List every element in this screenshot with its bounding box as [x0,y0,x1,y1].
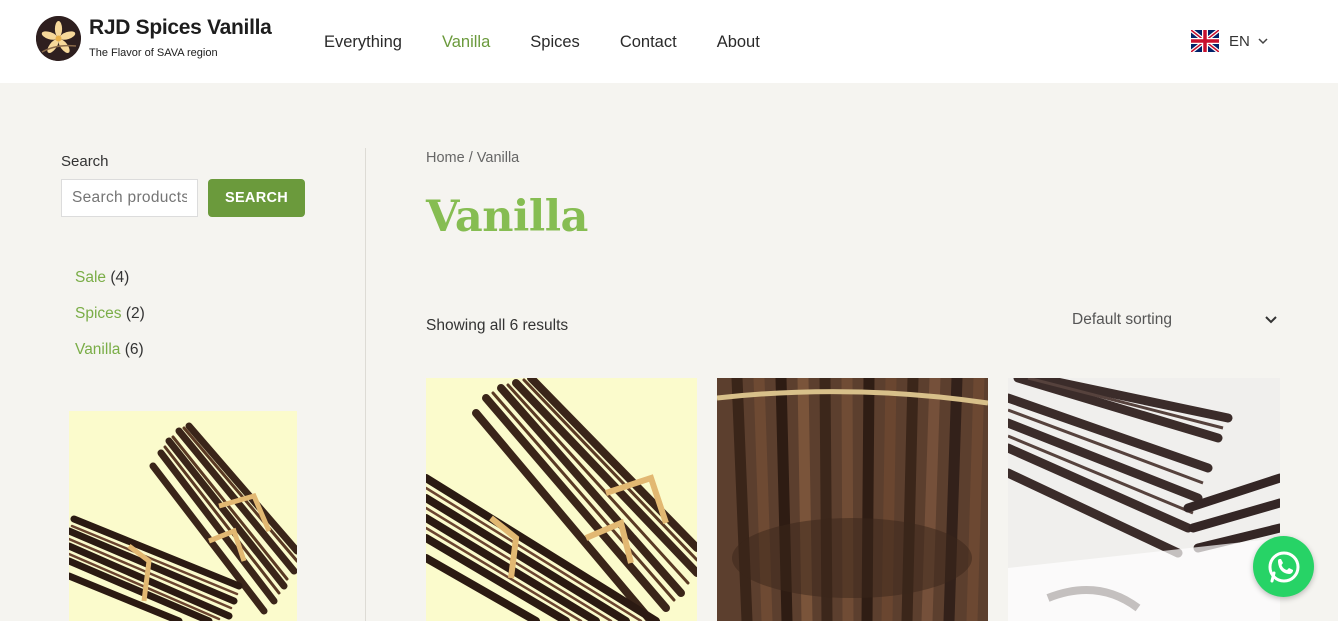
nav-item-vanilla[interactable]: Vanilla [442,31,490,53]
category-link-spices[interactable]: Spices [75,305,122,322]
category-link-vanilla[interactable]: Vanilla [75,341,120,358]
sort-select[interactable]: Default sorting [1072,311,1280,333]
whatsapp-icon [1268,551,1299,582]
category-count: (6) [124,341,144,358]
category-count: (2) [125,305,145,322]
brand-name[interactable]: RJD Spices Vanilla [89,16,272,40]
breadcrumb-separator: / [468,150,473,166]
breadcrumb-home-link[interactable]: Home [426,150,465,166]
result-count: Showing all 6 results [426,317,569,334]
logo-icon[interactable] [36,16,81,61]
product-card-image[interactable] [717,378,988,621]
chevron-down-icon [1258,38,1268,45]
breadcrumb-current: Vanilla [476,150,520,166]
nav-item-spices[interactable]: Spices [530,31,580,53]
site-header: RJD Spices Vanilla The Flavor of SAVA re… [0,0,1338,83]
breadcrumb: Home / Vanilla [426,150,519,166]
list-item: Vanilla (6) [75,339,145,375]
search-input[interactable] [61,179,198,217]
sidebar-product-image[interactable] [69,411,297,621]
language-code: EN [1229,32,1250,50]
nav-item-everything[interactable]: Everything [324,31,402,53]
list-item: Spices (2) [75,303,145,339]
page-title: Vanilla [426,192,588,242]
nav-item-contact[interactable]: Contact [620,31,677,53]
brand-tagline: The Flavor of SAVA region [89,47,218,59]
uk-flag-icon [1191,30,1219,52]
nav-item-about[interactable]: About [717,31,760,53]
category-list: Sale (4) Spices (2) Vanilla (6) [75,267,145,375]
search-button[interactable]: SEARCH [208,179,305,217]
search-label: Search [61,153,109,170]
chevron-down-icon [1265,316,1277,324]
sidebar-divider [365,148,366,621]
language-switcher[interactable]: EN [1191,30,1268,52]
product-card-image[interactable] [426,378,697,621]
sort-selected-value: Default sorting [1072,311,1172,328]
main-nav: Everything Vanilla Spices Contact About [324,31,800,53]
product-card-image[interactable] [1008,378,1280,621]
whatsapp-button[interactable] [1253,536,1314,597]
category-link-sale[interactable]: Sale [75,269,106,286]
category-count: (4) [110,269,130,286]
list-item: Sale (4) [75,267,145,303]
